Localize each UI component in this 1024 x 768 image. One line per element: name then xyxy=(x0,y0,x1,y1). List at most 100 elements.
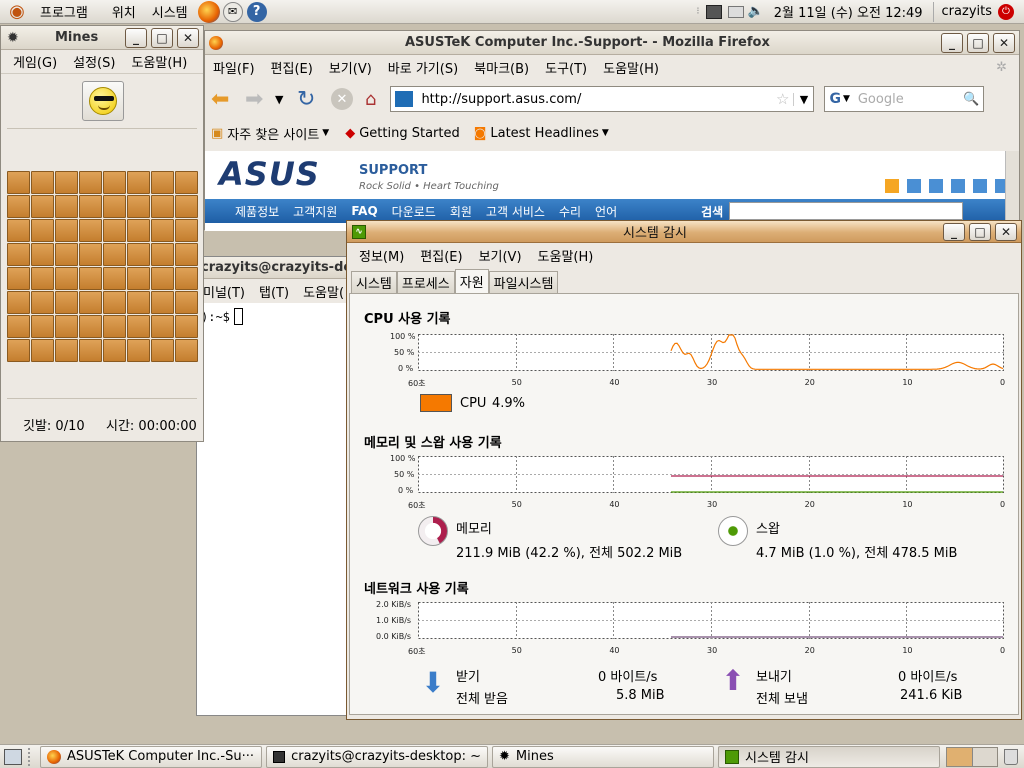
rss-feed-icon[interactable] xyxy=(885,179,899,193)
ubuntu-logo-icon[interactable]: ◉ xyxy=(6,1,28,22)
mine-cell[interactable] xyxy=(79,267,102,290)
mine-cell[interactable] xyxy=(103,219,126,242)
shutdown-icon[interactable]: ⏻ xyxy=(998,3,1014,20)
mines-maximize-button[interactable]: □ xyxy=(151,27,173,48)
firefox-close-button[interactable]: ✕ xyxy=(993,32,1015,53)
mine-cell[interactable] xyxy=(103,291,126,314)
firefox-titlebar[interactable]: ASUSTeK Computer Inc.-Support- - Mozilla… xyxy=(205,31,1019,55)
mine-cell[interactable] xyxy=(127,219,150,242)
mines-titlebar[interactable]: ✹ Mines _ □ ✕ xyxy=(1,26,203,50)
mine-cell[interactable] xyxy=(151,195,174,218)
history-dropdown-icon[interactable]: ▼ xyxy=(275,93,291,106)
mine-cell[interactable] xyxy=(127,195,150,218)
sysmon-close-button[interactable]: ✕ xyxy=(995,222,1017,241)
mine-cell[interactable] xyxy=(31,195,54,218)
mine-cell[interactable] xyxy=(127,171,150,194)
firefox-maximize-button[interactable]: □ xyxy=(967,32,989,53)
terminal-menu-0[interactable]: 미널(T) xyxy=(203,282,245,301)
mine-cell[interactable] xyxy=(175,171,198,194)
mine-cell[interactable] xyxy=(103,243,126,266)
mine-cell[interactable] xyxy=(175,339,198,362)
terminal-menu-1[interactable]: 탭(T) xyxy=(259,282,289,301)
mine-cell[interactable] xyxy=(175,219,198,242)
menu-applications[interactable]: 프로그램 xyxy=(32,2,96,21)
mine-cell[interactable] xyxy=(127,267,150,290)
mine-cell[interactable] xyxy=(7,219,30,242)
send-arrow-icon[interactable]: ⬆ xyxy=(718,666,748,696)
mine-cell[interactable] xyxy=(151,243,174,266)
mine-cell[interactable] xyxy=(55,291,78,314)
terminal-body[interactable]: ):~$ xyxy=(197,303,355,330)
mine-cell[interactable] xyxy=(7,171,30,194)
mine-cell[interactable] xyxy=(31,243,54,266)
mine-cell[interactable] xyxy=(55,267,78,290)
mines-minimize-button[interactable]: _ xyxy=(125,27,147,48)
mine-cell[interactable] xyxy=(55,171,78,194)
mines-face-button[interactable] xyxy=(82,81,124,121)
mine-cell[interactable] xyxy=(31,339,54,362)
sysmon-titlebar[interactable]: ∿ 시스템 감시 _ □ ✕ xyxy=(347,221,1021,243)
workspace-2[interactable] xyxy=(972,747,997,766)
bookmark-most-visited[interactable]: ▣ 자주 찾은 사이트 ▼ xyxy=(211,124,329,143)
google-engine-icon[interactable]: G xyxy=(829,91,841,107)
mines-menu-help[interactable]: 도움말(H) xyxy=(131,52,187,71)
mine-cell[interactable] xyxy=(31,315,54,338)
mine-cell[interactable] xyxy=(127,339,150,362)
mine-cell[interactable] xyxy=(175,267,198,290)
trash-icon[interactable] xyxy=(1004,748,1018,765)
url-dropdown-icon[interactable]: ▼ xyxy=(793,92,813,106)
network-icon[interactable] xyxy=(705,4,722,19)
sysmon-menu-view[interactable]: 보기(V) xyxy=(479,246,522,265)
receive-arrow-icon[interactable]: ⬇ xyxy=(418,668,448,698)
tab-system[interactable]: 시스템 xyxy=(351,271,397,293)
taskbar-firefox[interactable]: ASUSTeK Computer Inc.-Su··· xyxy=(40,745,262,768)
mine-cell[interactable] xyxy=(79,315,102,338)
mine-cell[interactable] xyxy=(79,291,102,314)
search-bar[interactable]: G ▼ Google 🔍 xyxy=(824,86,985,112)
mines-menu-game[interactable]: 게임(G) xyxy=(13,52,57,71)
bookmark-latest-headlines[interactable]: ◙ Latest Headlines ▼ xyxy=(474,126,609,141)
mine-cell[interactable] xyxy=(79,195,102,218)
mine-cell[interactable] xyxy=(55,195,78,218)
show-desktop-icon[interactable] xyxy=(4,748,22,765)
mine-cell[interactable] xyxy=(103,315,126,338)
share-icon[interactable] xyxy=(995,179,1005,193)
mine-cell[interactable] xyxy=(31,291,54,314)
firefox-launcher-icon[interactable] xyxy=(197,0,220,23)
firefox-menu-help[interactable]: 도움말(H) xyxy=(595,58,667,77)
memory-pie-icon[interactable] xyxy=(418,516,448,546)
printer-icon[interactable] xyxy=(727,5,744,18)
mine-cell[interactable] xyxy=(151,171,174,194)
bookmark-star-icon[interactable]: ☆ xyxy=(776,90,789,108)
contact-icon[interactable] xyxy=(951,179,965,193)
asus-nav-download[interactable]: 다운로드 xyxy=(392,203,436,220)
mine-cell[interactable] xyxy=(127,243,150,266)
search-input[interactable]: Google xyxy=(858,92,904,107)
mine-cell[interactable] xyxy=(31,219,54,242)
mine-cell[interactable] xyxy=(7,243,30,266)
firefox-menu-file[interactable]: 파일(F) xyxy=(205,58,263,77)
url-bar[interactable]: http://support.asus.com/ ☆ ▼ xyxy=(390,86,815,112)
mine-cell[interactable] xyxy=(103,171,126,194)
mine-cell[interactable] xyxy=(55,339,78,362)
mine-cell[interactable] xyxy=(7,267,30,290)
home-icon[interactable]: ⌂ xyxy=(365,89,376,110)
taskbar-system-monitor[interactable]: 시스템 감시 xyxy=(718,745,940,768)
mine-cell[interactable] xyxy=(127,315,150,338)
asus-logo[interactable]: ASUS xyxy=(219,155,320,193)
mine-cell[interactable] xyxy=(79,219,102,242)
mine-cell[interactable] xyxy=(7,195,30,218)
workspace-1[interactable] xyxy=(947,747,973,766)
mine-cell[interactable] xyxy=(175,243,198,266)
asus-nav-products[interactable]: 제품정보 xyxy=(235,203,279,220)
mine-cell[interactable] xyxy=(55,243,78,266)
mine-cell[interactable] xyxy=(79,243,102,266)
tab-resources[interactable]: 자원 xyxy=(454,269,489,293)
print-icon[interactable] xyxy=(973,179,987,193)
terminal-titlebar[interactable]: crazyits@crazyits-desktop: ~ xyxy=(197,257,414,279)
user-name[interactable]: crazyits xyxy=(942,4,992,19)
firefox-menu-edit[interactable]: 편집(E) xyxy=(263,58,321,77)
asus-nav-service[interactable]: 고객 서비스 xyxy=(486,203,545,220)
mine-cell[interactable] xyxy=(7,339,30,362)
search-site-icon[interactable] xyxy=(907,179,921,193)
